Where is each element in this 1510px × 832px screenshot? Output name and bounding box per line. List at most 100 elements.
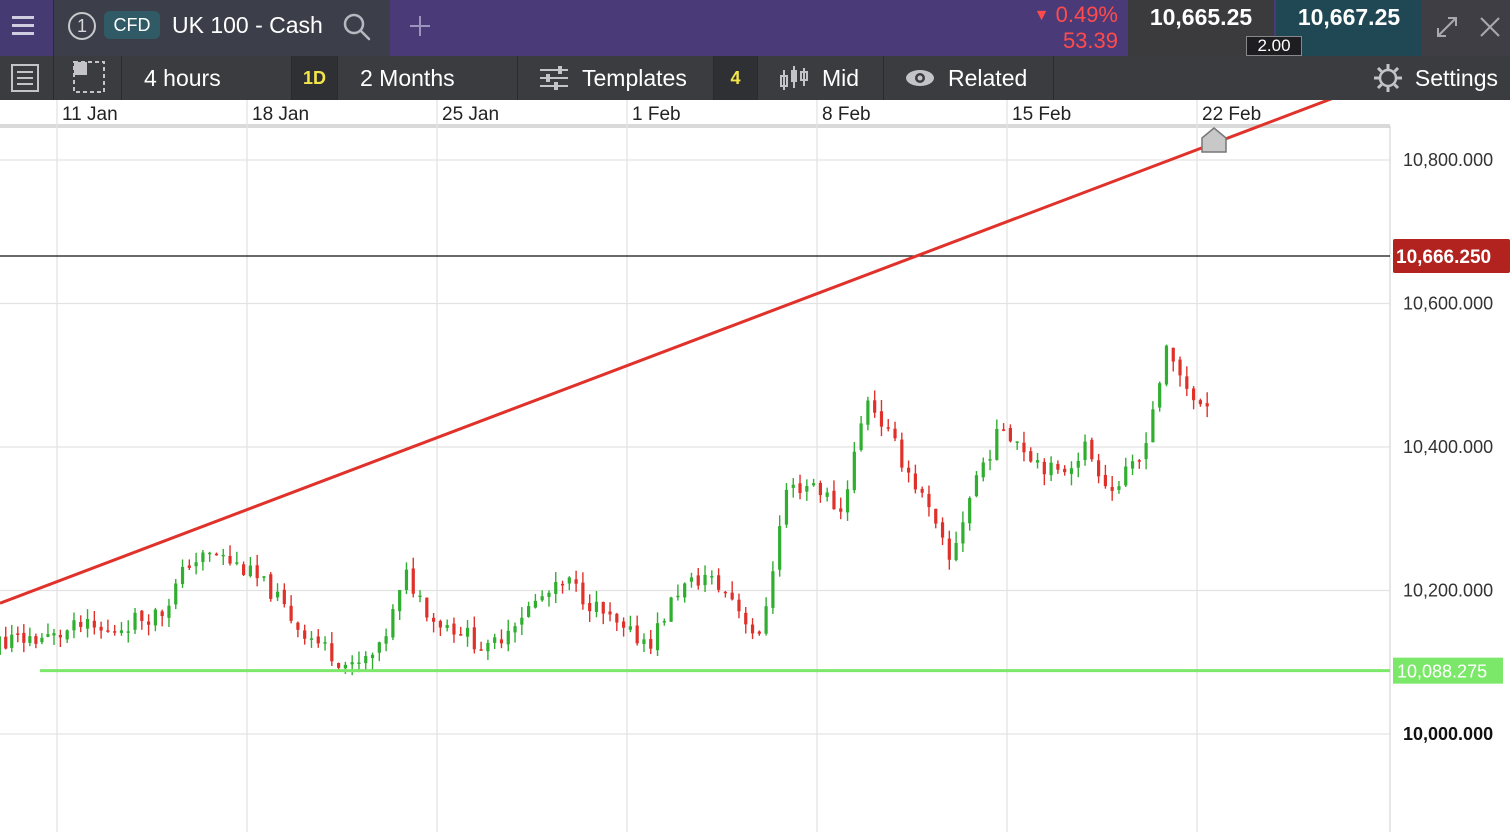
candle-body bbox=[635, 625, 639, 644]
add-tab-button[interactable] bbox=[390, 0, 450, 56]
related-button[interactable]: Related bbox=[884, 56, 1054, 100]
candle-body bbox=[262, 576, 266, 578]
date-label: 1 Feb bbox=[632, 104, 681, 125]
candle-body bbox=[934, 508, 938, 524]
candle-body bbox=[106, 630, 110, 632]
candle-body bbox=[1144, 443, 1148, 460]
instrument-header: 1 CFD UK 100 - Cash ▼ 0.49% 53.39 10,665… bbox=[0, 0, 1510, 56]
candle-body bbox=[764, 606, 768, 634]
candle-body bbox=[309, 638, 314, 640]
candle-body bbox=[818, 482, 822, 496]
plus-icon bbox=[410, 16, 430, 36]
interval-selector[interactable]: 4 hours bbox=[122, 56, 292, 100]
expand-icon[interactable] bbox=[1434, 14, 1460, 40]
candle-body bbox=[208, 552, 212, 555]
cfd-badge: CFD bbox=[104, 11, 160, 39]
instrument-name: UK 100 - Cash bbox=[172, 12, 323, 38]
candle-body bbox=[893, 428, 897, 439]
eye-icon bbox=[906, 70, 934, 86]
templates-count-badge: 4 bbox=[714, 56, 758, 100]
sliders-icon bbox=[540, 66, 568, 90]
candle-body bbox=[289, 605, 293, 621]
candle-body bbox=[1130, 461, 1135, 469]
candle-body bbox=[357, 662, 361, 665]
candle-body bbox=[784, 489, 789, 525]
price-tick: 10,800.000 bbox=[1403, 150, 1493, 170]
candle-body bbox=[547, 592, 551, 597]
price-type-button[interactable]: Mid bbox=[758, 56, 884, 100]
price-tick: 10,400.000 bbox=[1403, 437, 1493, 457]
candle-body bbox=[99, 626, 103, 631]
candle-body bbox=[825, 492, 829, 497]
candle-body bbox=[0, 636, 1, 655]
list-icon bbox=[11, 64, 39, 92]
spread-value: 2.00 bbox=[1246, 36, 1302, 56]
candle-body bbox=[778, 526, 782, 570]
candle-body bbox=[303, 630, 307, 639]
settings-button[interactable]: Settings bbox=[1373, 56, 1498, 100]
candle-body bbox=[574, 579, 578, 584]
candle-body bbox=[499, 639, 504, 644]
candle-body bbox=[370, 654, 375, 659]
candle-body bbox=[1178, 359, 1182, 376]
search-icon[interactable] bbox=[340, 10, 374, 44]
candle-body bbox=[391, 609, 395, 638]
candle-body bbox=[974, 475, 979, 497]
templates-button[interactable]: Templates bbox=[518, 56, 714, 100]
price-chart[interactable]: 11 Jan 18 Jan 25 Jan 1 Feb 8 Feb 15 Feb … bbox=[0, 100, 1510, 832]
candle-body bbox=[472, 627, 476, 650]
candle-body bbox=[940, 522, 945, 538]
range-selector[interactable]: 2 Months bbox=[338, 56, 518, 100]
templates-label: Templates bbox=[582, 65, 687, 91]
candle-body bbox=[642, 639, 646, 644]
candle-body bbox=[1002, 429, 1006, 431]
candle-body bbox=[1097, 460, 1101, 477]
instrument-tab[interactable]: 1 CFD UK 100 - Cash bbox=[54, 0, 390, 56]
candle-body bbox=[72, 620, 76, 631]
candle-body bbox=[839, 508, 843, 512]
candle-body bbox=[1164, 345, 1169, 385]
date-label: 11 Jan bbox=[62, 104, 118, 125]
layout-button[interactable] bbox=[54, 56, 122, 100]
candle-body bbox=[710, 575, 714, 578]
close-icon[interactable] bbox=[1478, 15, 1502, 39]
candle-body bbox=[167, 605, 171, 618]
candle-body bbox=[744, 612, 748, 625]
candle-body bbox=[221, 554, 225, 557]
candle-body bbox=[723, 591, 727, 594]
price-change: ▼ 0.49% 53.39 bbox=[980, 0, 1126, 56]
interval-badge: 1D bbox=[292, 56, 338, 100]
candle-body bbox=[479, 649, 483, 651]
candle-body bbox=[34, 636, 38, 644]
candle-body bbox=[1192, 388, 1196, 401]
candle-body bbox=[133, 612, 137, 630]
candle-body bbox=[968, 498, 972, 524]
candle-body bbox=[927, 493, 931, 508]
candle-body bbox=[533, 600, 537, 608]
current-price-label: 10,666.250 bbox=[1396, 247, 1491, 268]
candle-body bbox=[1049, 462, 1053, 476]
candle-body bbox=[323, 642, 327, 644]
candle-body bbox=[622, 621, 626, 628]
candle-body bbox=[92, 620, 96, 628]
candle-body bbox=[513, 626, 517, 633]
candle-body bbox=[1158, 383, 1162, 408]
menu-button[interactable] bbox=[0, 0, 54, 56]
candle-body bbox=[235, 562, 239, 564]
candle-body bbox=[981, 462, 985, 478]
candle-body bbox=[717, 575, 721, 590]
candle-body bbox=[845, 489, 850, 513]
list-view-button[interactable] bbox=[0, 56, 54, 100]
gear-icon bbox=[1373, 64, 1402, 92]
candle-body bbox=[812, 483, 816, 486]
candle-body bbox=[343, 664, 347, 669]
candle-body bbox=[1151, 409, 1155, 443]
candle-body bbox=[615, 613, 619, 623]
candle-body bbox=[581, 582, 585, 605]
candle-body bbox=[1042, 461, 1046, 475]
candle-body bbox=[1015, 441, 1019, 443]
candle-body bbox=[1029, 451, 1033, 462]
candle-body bbox=[907, 467, 911, 473]
candle-body bbox=[866, 400, 870, 425]
candle-body bbox=[432, 617, 436, 622]
